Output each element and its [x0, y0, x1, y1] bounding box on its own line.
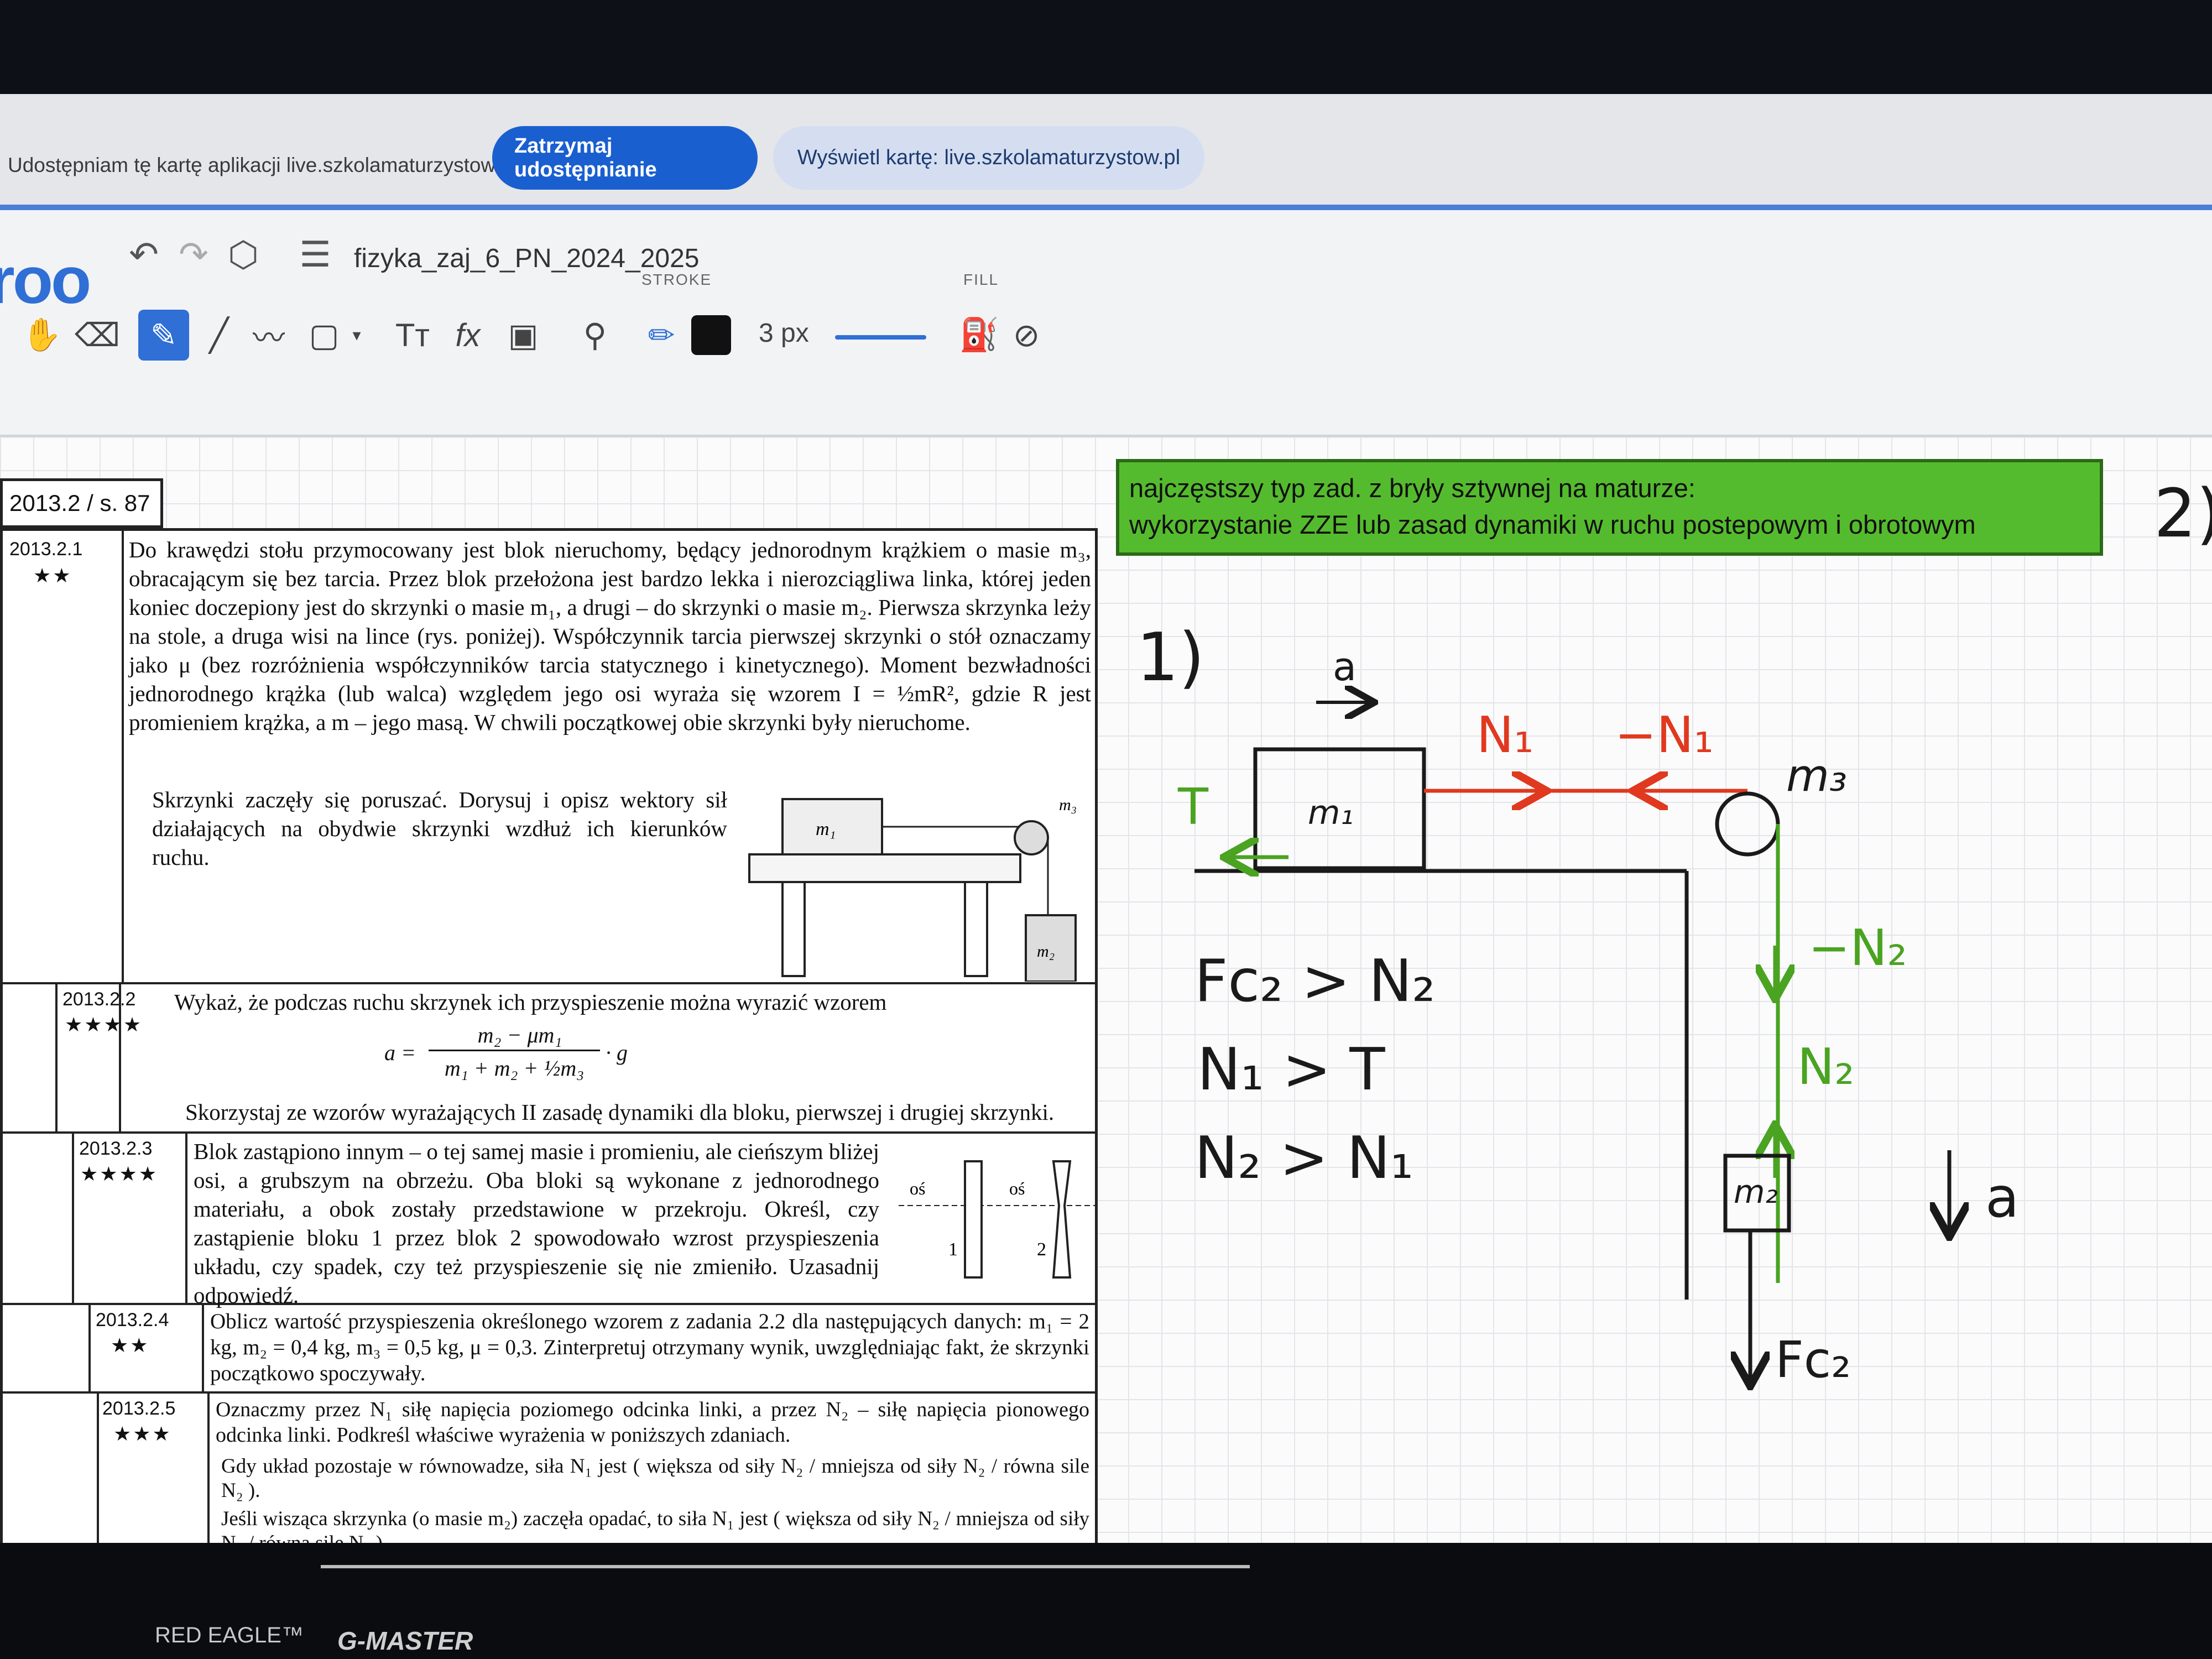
- pen-select-icon[interactable]: ✎: [138, 310, 189, 361]
- chevron-down-icon[interactable]: ▾: [343, 310, 371, 361]
- eyedropper-icon[interactable]: ⚲: [570, 310, 620, 361]
- inequality-2: N₁ > T: [1197, 1036, 1385, 1103]
- app-toolbar: roo ↶ ↷ ⬡ ☰ fizyka_zaj_6_PN_2024_2025 ✋ …: [0, 210, 2212, 437]
- stroke-style-line[interactable]: [835, 335, 926, 340]
- minus-N2-label: −N₂: [1808, 919, 1907, 977]
- menu-icon[interactable]: ☰: [293, 232, 337, 276]
- box-m2-label: m₂: [1734, 1173, 1778, 1211]
- monitor-model-text: G-MASTER: [337, 1626, 473, 1655]
- stop-sharing-button[interactable]: Zatrzymaj udostępnianie: [492, 126, 758, 190]
- stroke-label: STROKE: [641, 271, 712, 288]
- N2-label: N₂: [1797, 1038, 1854, 1096]
- share-bar: Udostępniam tę kartę aplikacji live.szko…: [0, 94, 2212, 210]
- stroke-color-swatch[interactable]: [691, 315, 731, 355]
- pen-icon[interactable]: ✏: [636, 310, 687, 361]
- acceleration-label-right: a: [1985, 1165, 2019, 1230]
- monitor-bezel: [0, 1543, 2212, 1659]
- redo-icon[interactable]: ↷: [171, 232, 216, 276]
- inequality-3: N₂ > N₁: [1194, 1124, 1413, 1192]
- line-icon[interactable]: ╱: [194, 310, 244, 361]
- N1-label: N₁: [1477, 706, 1533, 764]
- handwriting-layer: 1) 2) a m₁ T N₁ −N₁ m₃: [1136, 476, 2212, 1587]
- rectangle-icon[interactable]: ▢: [299, 310, 349, 361]
- gravity-label: Fc₂: [1775, 1331, 1851, 1389]
- brand-logo-text: RED EAGLE™: [155, 1623, 304, 1647]
- stroke-width-value[interactable]: 3 px: [759, 318, 809, 348]
- show-tab-button[interactable]: Wyświetl kartę: live.szkolamaturzystow.p…: [773, 126, 1204, 190]
- app-logo: roo: [0, 243, 91, 317]
- freehand-icon[interactable]: 〰: [243, 310, 294, 361]
- screen: Udostępniam tę kartę aplikacji live.szko…: [0, 94, 2212, 1587]
- friction-label-T: T: [1177, 778, 1209, 836]
- image-icon[interactable]: ▣: [498, 310, 549, 361]
- fill-bucket-icon[interactable]: ⛽: [954, 310, 1005, 361]
- document-title[interactable]: fizyka_zaj_6_PN_2024_2025: [354, 243, 699, 274]
- eraser-icon[interactable]: ⌫: [72, 310, 123, 361]
- undo-icon[interactable]: ↶: [122, 232, 166, 276]
- media-progress-bar[interactable]: [321, 1565, 1250, 1568]
- inequality-1: Fc₂ > N₂: [1194, 947, 1436, 1015]
- box-m1-label: m₁: [1308, 794, 1354, 832]
- pulley-label-m3: m₃: [1786, 750, 1847, 801]
- handwritten-label-1: 1): [1136, 619, 1204, 696]
- no-fill-icon[interactable]: ⊘: [1001, 310, 1052, 361]
- acceleration-label-top: a: [1333, 644, 1357, 690]
- text-icon[interactable]: Tт: [387, 310, 438, 361]
- handwritten-label-2: 2): [2154, 476, 2212, 552]
- minus-N1-label: −N₁: [1615, 706, 1714, 764]
- formula-icon[interactable]: fx: [442, 310, 493, 361]
- hand-icon[interactable]: ✋: [17, 310, 67, 361]
- hexagon-icon[interactable]: ⬡: [221, 232, 265, 276]
- fill-label: FILL: [963, 271, 999, 288]
- share-status-text: Udostępniam tę kartę aplikacji live.szko…: [8, 154, 517, 176]
- pulley-circle: [1715, 791, 1780, 857]
- whiteboard-canvas[interactable]: 2013.2 / s. 87 najczęstszy typ zad. z br…: [0, 437, 2212, 1587]
